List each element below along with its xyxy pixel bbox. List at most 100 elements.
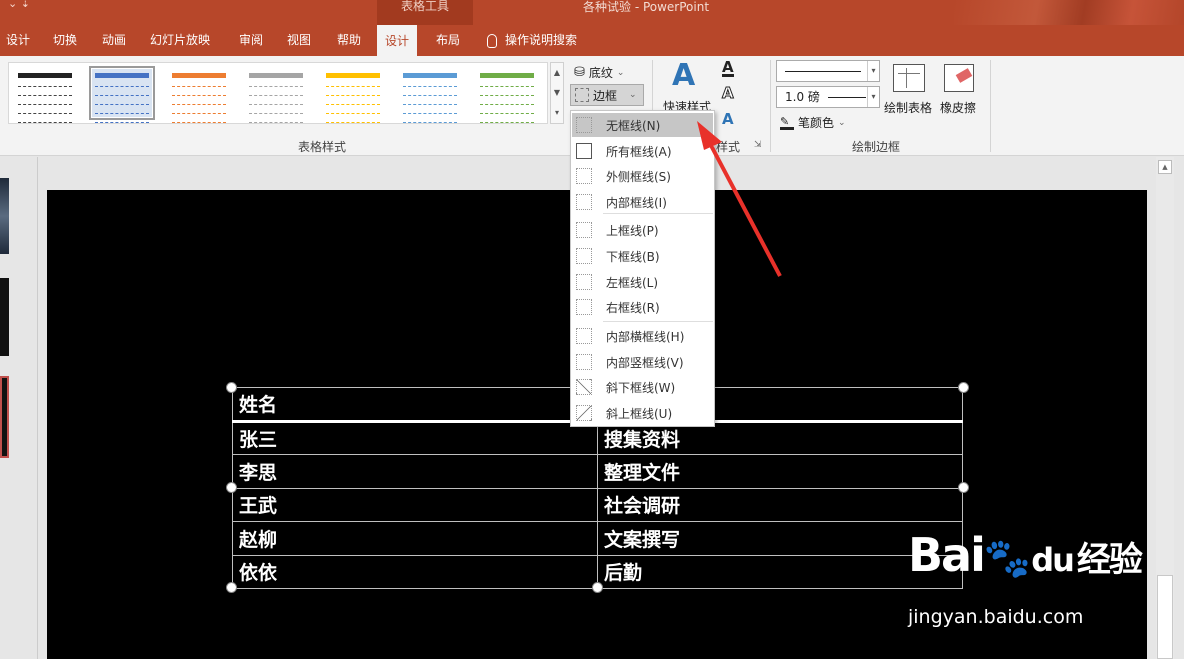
watermark-brand-du: du — [1031, 541, 1075, 579]
style-row — [249, 91, 303, 96]
slide-thumbnail-panel[interactable] — [0, 157, 38, 659]
shading-button[interactable]: ⛁ 底纹 ⌄ — [574, 64, 624, 81]
menu-item-border-11[interactable]: 斜上框线(U) — [572, 401, 713, 425]
slide-thumbnail[interactable] — [0, 278, 9, 356]
table-style-thumbnail[interactable] — [477, 69, 537, 123]
quick-styles-icon[interactable]: A — [672, 58, 695, 93]
style-row — [480, 109, 534, 114]
table-cell[interactable]: 王武 — [232, 487, 598, 522]
tab-1[interactable]: 切换 — [53, 25, 77, 56]
menu-item-border-4[interactable]: 上框线(P) — [572, 218, 713, 242]
menu-item-label: 所有框线(A) — [606, 144, 672, 159]
style-row — [18, 100, 72, 105]
style-row — [249, 118, 303, 123]
border-option-icon — [576, 194, 592, 210]
table-cell[interactable]: 李思 — [232, 454, 598, 489]
pen-style-select[interactable]: ▾ — [776, 60, 880, 82]
border-button[interactable]: 边框 ⌄ — [570, 84, 644, 106]
style-row — [403, 82, 457, 87]
eraser-icon[interactable] — [944, 64, 974, 92]
gallery-down-icon[interactable]: ▼ — [551, 83, 563, 103]
chevron-down-icon: ⌄ — [629, 90, 637, 100]
table-style-thumbnail[interactable] — [15, 69, 75, 123]
table-cell[interactable]: 赵柳 — [232, 521, 598, 556]
table-cell[interactable]: 社会调研 — [597, 487, 963, 522]
vertical-scrollbar[interactable]: ▲ — [1156, 157, 1174, 659]
table-cell[interactable]: 依依 — [232, 554, 598, 589]
table-row[interactable]: 赵柳 文案撰写 — [232, 521, 963, 556]
border-option-icon — [576, 143, 592, 159]
scroll-thumb[interactable] — [1157, 575, 1173, 659]
text-outline-icon[interactable]: A — [722, 85, 735, 101]
gallery-scroll[interactable]: ▲ ▼ ▾ — [550, 62, 564, 124]
menu-item-border-8[interactable]: 内部横框线(H) — [572, 324, 713, 348]
table-cell[interactable]: 姓名 — [232, 387, 598, 423]
draw-table-icon[interactable] — [893, 64, 925, 92]
style-row — [249, 73, 303, 78]
tab-6[interactable]: 帮助 — [337, 25, 361, 56]
slide-thumbnail-selected[interactable] — [0, 376, 9, 458]
menu-item-border-3[interactable]: 内部框线(I) — [572, 190, 713, 214]
border-option-icon — [576, 328, 592, 344]
draw-table-label[interactable]: 绘制表格 — [884, 99, 932, 116]
table-cell[interactable]: 张三 — [232, 420, 598, 455]
text-effects-icon[interactable]: A — [722, 112, 734, 127]
pen-weight-select[interactable]: 1.0 磅 ▾ — [776, 86, 880, 108]
table-style-thumbnail[interactable] — [323, 69, 383, 123]
tab-3[interactable]: 幻灯片放映 — [150, 25, 210, 56]
menu-item-border-2[interactable]: 外侧框线(S) — [572, 164, 713, 188]
gallery-up-icon[interactable]: ▲ — [551, 63, 563, 83]
table-styles-group-label: 表格样式 — [298, 140, 347, 154]
tab-0[interactable]: 设计 — [6, 25, 30, 56]
dialog-launcher-icon[interactable]: ⇲ — [754, 140, 762, 150]
style-row — [95, 118, 149, 123]
menu-item-border-5[interactable]: 下框线(B) — [572, 244, 713, 268]
tab-7[interactable]: 设计 — [377, 25, 418, 56]
quick-access-toolbar[interactable]: ⌄ ⇣ — [8, 0, 30, 10]
resize-handle[interactable] — [226, 582, 237, 593]
menu-item-border-1[interactable]: 所有框线(A) — [572, 139, 713, 163]
text-fill-icon[interactable]: A — [722, 60, 734, 77]
slide-thumbnail[interactable] — [0, 178, 9, 254]
style-row — [403, 91, 457, 96]
table-row[interactable]: 李思 整理文件 — [232, 454, 963, 489]
resize-handle[interactable] — [226, 482, 237, 493]
table-style-thumbnail[interactable] — [89, 66, 155, 123]
gallery-more-icon[interactable]: ▾ — [551, 103, 563, 123]
style-row — [172, 82, 226, 87]
resize-handle[interactable] — [592, 582, 603, 593]
menu-item-label: 内部横框线(H) — [606, 329, 685, 344]
menu-item-label: 斜上框线(U) — [606, 406, 673, 421]
menu-item-border-10[interactable]: 斜下框线(W) — [572, 375, 713, 399]
menu-item-border-7[interactable]: 右框线(R) — [572, 295, 713, 319]
resize-handle[interactable] — [226, 382, 237, 393]
tab-2[interactable]: 动画 — [102, 25, 126, 56]
style-row — [249, 100, 303, 105]
ribbon-tab-bar: 设计 切换 动画 幻灯片放映 审阅 视图 帮助 设计 布局 操作说明搜索 — [0, 25, 1184, 56]
table-row[interactable]: 王武 社会调研 — [232, 487, 963, 522]
tab-8[interactable]: 布局 — [436, 25, 460, 56]
table-style-thumbnail[interactable] — [400, 69, 460, 123]
tab-4[interactable]: 审阅 — [239, 25, 263, 56]
menu-item-border-9[interactable]: 内部竖框线(V) — [572, 350, 713, 374]
style-row — [326, 73, 380, 78]
menu-item-label: 右框线(R) — [606, 300, 660, 315]
tab-5[interactable]: 视图 — [287, 25, 311, 56]
pen-color-button[interactable]: ✎ 笔颜色 ⌄ — [780, 114, 846, 131]
style-row — [403, 118, 457, 123]
menu-item-label: 下框线(B) — [606, 249, 660, 264]
resize-handle[interactable] — [958, 482, 969, 493]
menu-item-border-0[interactable]: 无框线(N) — [572, 113, 713, 137]
eraser-label[interactable]: 橡皮擦 — [940, 99, 976, 116]
menu-item-label: 内部框线(I) — [606, 195, 667, 210]
table-style-thumbnail[interactable] — [246, 69, 306, 123]
menu-item-border-6[interactable]: 左框线(L) — [572, 270, 713, 294]
table-cell[interactable]: 整理文件 — [597, 454, 963, 489]
scroll-up-icon[interactable]: ▲ — [1158, 160, 1172, 174]
style-row — [403, 109, 457, 114]
style-row — [172, 73, 226, 78]
resize-handle[interactable] — [958, 382, 969, 393]
style-row — [172, 91, 226, 96]
tell-me-search[interactable]: 操作说明搜索 — [487, 25, 577, 56]
table-style-thumbnail[interactable] — [169, 69, 229, 123]
